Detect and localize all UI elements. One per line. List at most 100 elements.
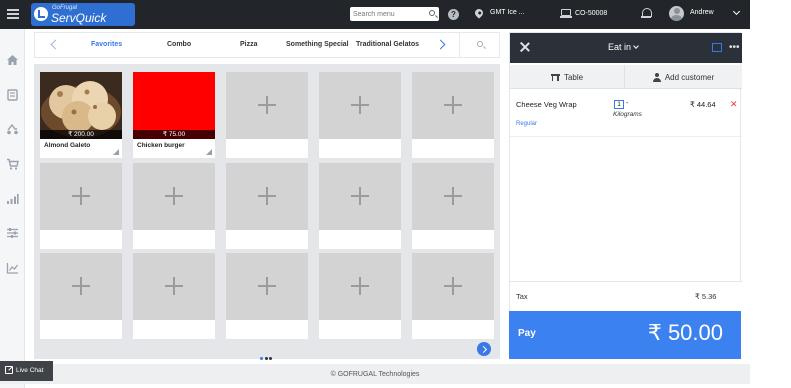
plus-icon [72, 277, 90, 295]
register-icon [560, 9, 572, 18]
empty-slot[interactable] [226, 72, 308, 158]
empty-slot[interactable] [133, 253, 215, 339]
gelato-image [40, 72, 122, 139]
product-tile[interactable]: ₹ 200.00 Almond Galeto [40, 72, 122, 158]
product-footer: Chicken burger [133, 139, 215, 158]
footer: © GOFRUGAL Technologies [0, 364, 750, 384]
order-mode-label: Eat in [608, 42, 632, 52]
empty-slot[interactable] [40, 253, 122, 339]
plus-icon [72, 187, 90, 205]
add-customer-button[interactable]: Add customer [626, 65, 741, 89]
orders-icon[interactable] [6, 88, 19, 101]
line-item-modifier[interactable]: Regular [516, 121, 537, 127]
order-header: Eat in ••• [510, 33, 742, 63]
category-bar: Favorites Combo Pizza Something Special … [34, 32, 500, 58]
cart-icon[interactable] [6, 157, 19, 170]
delivery-icon[interactable] [6, 122, 19, 135]
empty-slot[interactable] [319, 253, 401, 339]
empty-slot[interactable] [226, 253, 308, 339]
tab-traditional-gelatos[interactable]: Traditional Gelatos [356, 41, 419, 48]
avatar [669, 6, 684, 21]
copyright: © GOFRUGAL Technologies [330, 371, 420, 378]
tab-combo[interactable]: Combo [167, 41, 191, 48]
tab-favorites[interactable]: Favorites [91, 41, 122, 48]
top-bar: GoFrugal ServQuick ? GMT Ice ... CO-5000… [0, 0, 750, 29]
kot-icon[interactable] [712, 43, 722, 52]
order-mode-dropdown[interactable]: Eat in [608, 42, 639, 52]
tax-value: ₹ 5.36 [695, 292, 717, 301]
plus-icon [351, 187, 369, 205]
analytics-icon[interactable] [6, 261, 19, 274]
page-dot[interactable] [264, 357, 268, 360]
search-icon [477, 41, 483, 47]
product-footer: Almond Galeto [40, 139, 122, 158]
user-name: Andrew [690, 9, 714, 16]
table-button[interactable]: Table [510, 65, 625, 89]
product-name: Chicken burger [137, 142, 185, 149]
quantity-field[interactable]: 1 [614, 100, 624, 109]
plus-icon [165, 277, 183, 295]
search-input[interactable] [353, 8, 423, 20]
product-image: ₹ 200.00 [40, 72, 122, 139]
help-icon[interactable]: ? [448, 9, 459, 20]
order-tabs: Table Add customer [510, 65, 742, 89]
empty-slot[interactable] [133, 163, 215, 249]
logo-mark-icon [34, 7, 48, 21]
pay-button[interactable]: Pay ₹ 50.00 [509, 311, 741, 359]
empty-slot[interactable] [226, 163, 308, 249]
line-item-price: ₹ 44.64 [690, 100, 716, 109]
close-icon[interactable] [520, 42, 530, 52]
reports-icon[interactable] [6, 192, 19, 204]
more-icon[interactable]: ••• [729, 43, 740, 53]
home-icon[interactable] [6, 53, 19, 65]
empty-slot[interactable] [412, 72, 494, 158]
tab-something-special[interactable]: Something Special [286, 41, 349, 48]
chevron-right-icon[interactable] [435, 39, 446, 50]
plus-icon [165, 187, 183, 205]
pin-icon [473, 7, 485, 19]
line-item-unit: Kilograms [613, 111, 642, 118]
tax-label: Tax [516, 292, 528, 301]
line-item-name: Cheese Veg Wrap [516, 100, 577, 109]
product-tile[interactable]: ₹ 75.00 Chicken burger [133, 72, 215, 158]
bell-icon[interactable] [641, 8, 652, 18]
product-grid: ₹ 200.00 Almond Galeto ₹ 75.00 Chicken b… [34, 64, 500, 360]
page-dot[interactable] [269, 357, 272, 360]
remove-item-icon[interactable]: ✕ [730, 99, 738, 110]
hamburger-icon[interactable] [7, 9, 19, 19]
plus-icon [444, 277, 462, 295]
corner-triangle-icon [113, 149, 119, 155]
quantity-separator: - [626, 100, 629, 107]
person-icon [652, 72, 661, 82]
plus-icon [444, 96, 462, 114]
plus-icon [444, 187, 462, 205]
pos-app: GoFrugal ServQuick ? GMT Ice ... CO-5000… [0, 0, 791, 388]
plus-icon [351, 96, 369, 114]
page-indicator[interactable] [260, 347, 274, 365]
empty-slot[interactable] [40, 163, 122, 249]
settings-sliders-icon[interactable] [6, 226, 19, 238]
page-dot-active[interactable] [260, 357, 263, 360]
category-search-button[interactable] [459, 33, 500, 57]
left-sidebar [0, 29, 25, 388]
menu-search [350, 7, 439, 21]
empty-slot[interactable] [412, 253, 494, 339]
product-price: ₹ 75.00 [133, 130, 215, 139]
chevron-left-icon[interactable] [50, 39, 61, 50]
empty-slot[interactable] [319, 163, 401, 249]
next-page-button[interactable] [477, 342, 491, 356]
empty-slot[interactable] [412, 163, 494, 249]
pay-label: Pay [518, 328, 536, 339]
live-chat-button[interactable]: Live Chat [0, 361, 53, 381]
chevron-down-icon [633, 43, 639, 49]
plus-icon [258, 277, 276, 295]
order-line[interactable]: Cheese Veg Wrap 1 - Kilograms ₹ 44.64 ✕ … [510, 91, 742, 137]
add-customer-label: Add customer [664, 72, 715, 82]
search-icon[interactable] [429, 10, 435, 16]
tab-pizza[interactable]: Pizza [240, 41, 258, 48]
empty-slot[interactable] [319, 72, 401, 158]
product-name: Almond Galeto [44, 142, 91, 149]
brand-logo[interactable]: GoFrugal ServQuick [31, 3, 135, 26]
pay-amount: ₹ 50.00 [647, 320, 723, 345]
corner-triangle-icon [206, 149, 212, 155]
